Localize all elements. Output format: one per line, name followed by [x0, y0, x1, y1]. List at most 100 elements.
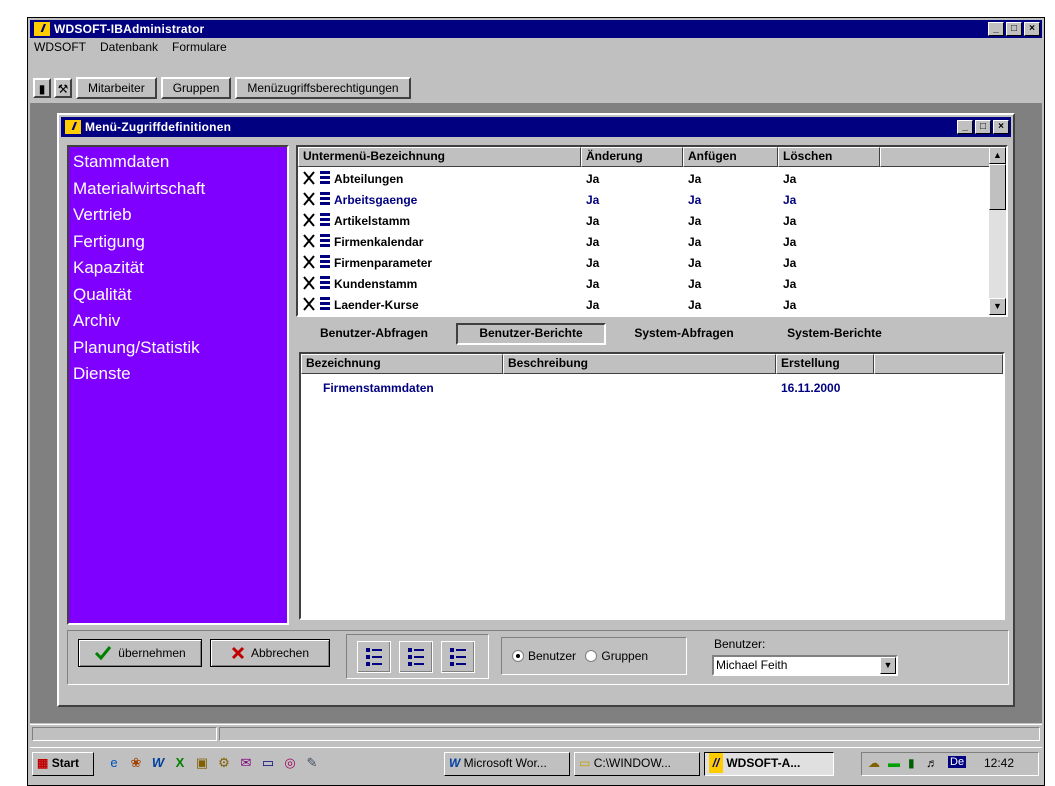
scroll-thumb[interactable]	[989, 164, 1006, 210]
table-row[interactable]: Firmenkalendar Ja Ja Ja	[298, 231, 988, 252]
word-icon: W	[449, 756, 461, 770]
vertical-scrollbar[interactable]: ▲ ▼	[989, 147, 1006, 315]
permission-icon	[303, 234, 330, 248]
row-aenderung: Ja	[586, 277, 600, 291]
table-row[interactable]: Laender-Kurse Ja Ja Ja	[298, 294, 988, 315]
scroll-down-button[interactable]: ▼	[989, 298, 1006, 315]
task-explorer[interactable]: ▭ C:\WINDOW...	[574, 752, 700, 776]
col-header-bezeichnung[interactable]: Untermenü-Bezeichnung	[298, 147, 581, 167]
report-name: Firmenstammdaten	[323, 381, 434, 395]
radio-gruppen[interactable]: Gruppen	[585, 649, 648, 663]
expand-tree-button[interactable]	[357, 641, 391, 673]
taskbar: ▦ Start e ❀ W X ▣ ⚙ ✉ ▭ ◎ ✎ W Microsoft …	[30, 747, 1042, 779]
col-header-empty	[880, 147, 990, 167]
col-header-erstellung[interactable]: Erstellung	[776, 354, 874, 374]
col-header-anfuegen[interactable]: Anfügen	[683, 147, 778, 167]
gruppen-button[interactable]: Gruppen	[160, 77, 232, 99]
table-row[interactable]: Arbeitsgaenge Ja Ja Ja	[298, 189, 988, 210]
table-row[interactable]: Firmenstammdaten 16.11.2000	[301, 381, 1001, 401]
collapse-tree-button[interactable]	[399, 641, 433, 673]
category-item[interactable]: Dienste	[73, 361, 283, 388]
category-item[interactable]: Qualität	[73, 282, 283, 309]
language-indicator[interactable]: De	[948, 756, 967, 768]
child-maximize-button[interactable]: □	[975, 120, 991, 134]
tab-system-berichte[interactable]: System-Berichte	[762, 322, 907, 348]
col-header-beschreibung[interactable]: Beschreibung	[503, 354, 776, 374]
radio-benutzer-label: Benutzer	[528, 649, 577, 663]
row-loeschen: Ja	[783, 214, 797, 228]
child-title-bar: // Menü-Zugriffdefinitionen _ □ ×	[61, 117, 1011, 137]
tab-benutzer-abfragen[interactable]: Benutzer-Abfragen	[300, 322, 448, 348]
category-item[interactable]: Stammdaten	[73, 149, 283, 176]
word-icon[interactable]: W	[150, 755, 166, 771]
menu-wdsoft[interactable]: WDSOFT	[34, 40, 86, 58]
battery-icon[interactable]: ▮	[908, 756, 915, 770]
media-icon[interactable]: ◎	[282, 755, 298, 771]
chevron-down-icon[interactable]: ▼	[880, 657, 896, 674]
app-icon[interactable]: ❀	[128, 755, 144, 771]
tool-icon[interactable]: ⚙	[216, 755, 232, 771]
apply-button[interactable]: übernehmen	[78, 639, 202, 667]
user-select[interactable]: Michael Feith ▼	[712, 655, 898, 676]
row-loeschen: Ja	[783, 172, 797, 186]
category-item[interactable]: Vertrieb	[73, 202, 283, 229]
row-aenderung: Ja	[586, 298, 600, 312]
category-item[interactable]: Archiv	[73, 308, 283, 335]
exit-door-icon[interactable]: ▮	[33, 78, 51, 98]
task-wdsoft[interactable]: // WDSOFT-A...	[704, 752, 834, 776]
row-loeschen: Ja	[783, 235, 797, 249]
col-header-aenderung[interactable]: Änderung	[581, 147, 683, 167]
category-item[interactable]: Kapazität	[73, 255, 283, 282]
table-row[interactable]: Kundenstamm Ja Ja Ja	[298, 273, 988, 294]
start-button[interactable]: ▦ Start	[32, 752, 94, 776]
row-aenderung: Ja	[586, 214, 600, 228]
permission-icon	[303, 171, 330, 185]
child-close-button[interactable]: ×	[993, 120, 1009, 134]
row-anfuegen: Ja	[688, 172, 702, 186]
scroll-up-button[interactable]: ▲	[989, 147, 1006, 164]
maximize-button[interactable]: □	[1006, 22, 1022, 36]
cancel-button[interactable]: Abbrechen	[210, 639, 330, 667]
row-name: Laender-Kurse	[334, 298, 419, 312]
access-icon[interactable]: ▣	[194, 755, 210, 771]
clock[interactable]: 12:42	[984, 756, 1014, 770]
menuzugriff-button[interactable]: Menüzugriffsberechtigungen	[235, 77, 411, 99]
menu-formulare[interactable]: Formulare	[172, 40, 227, 58]
edit-icon[interactable]: ✎	[304, 755, 320, 771]
speaker-icon[interactable]: ♬	[926, 756, 938, 770]
mitarbeiter-button[interactable]: Mitarbeiter	[76, 77, 157, 99]
row-loeschen: Ja	[783, 256, 797, 270]
desktop-icon[interactable]: ▭	[260, 755, 276, 771]
row-aenderung: Ja	[586, 235, 600, 249]
minimize-button[interactable]: _	[988, 22, 1004, 36]
category-item[interactable]: Planung/Statistik	[73, 335, 283, 362]
submenu-grid: Untermenü-Bezeichnung Änderung Anfügen L…	[296, 145, 1008, 317]
folder-icon: ▭	[579, 756, 591, 770]
child-minimize-button[interactable]: _	[957, 120, 973, 134]
network-icon[interactable]: ☁	[868, 756, 880, 770]
app-logo-icon: //	[709, 753, 723, 773]
category-item[interactable]: Fertigung	[73, 229, 283, 256]
table-row[interactable]: Artikelstamm Ja Ja Ja	[298, 210, 988, 231]
table-row[interactable]: Firmenparameter Ja Ja Ja	[298, 252, 988, 273]
tree-list-icon	[450, 648, 466, 666]
table-row[interactable]: Abteilungen Ja Ja Ja	[298, 168, 988, 189]
excel-icon[interactable]: X	[172, 755, 188, 771]
status-pane	[219, 727, 1040, 741]
task-word[interactable]: W Microsoft Wor...	[444, 752, 570, 776]
tools-icon[interactable]: ⚒	[54, 78, 72, 98]
close-button[interactable]: ×	[1024, 22, 1040, 36]
browser-icon[interactable]: e	[106, 755, 122, 771]
tab-system-abfragen[interactable]: System-Abfragen	[614, 322, 754, 348]
radio-benutzer[interactable]: Benutzer	[512, 649, 576, 663]
menu-datenbank[interactable]: Datenbank	[100, 40, 158, 58]
col-header-bezeichnung[interactable]: Bezeichnung	[301, 354, 503, 374]
category-item[interactable]: Materialwirtschaft	[73, 176, 283, 203]
tab-benutzer-berichte[interactable]: Benutzer-Berichte	[456, 323, 606, 345]
col-header-loeschen[interactable]: Löschen	[778, 147, 880, 167]
mail-icon[interactable]: ✉	[238, 755, 254, 771]
permission-icon	[303, 297, 330, 311]
monitor-icon[interactable]: ▬	[888, 756, 900, 770]
toggle-tree-button[interactable]	[441, 641, 475, 673]
row-aenderung: Ja	[586, 193, 600, 207]
